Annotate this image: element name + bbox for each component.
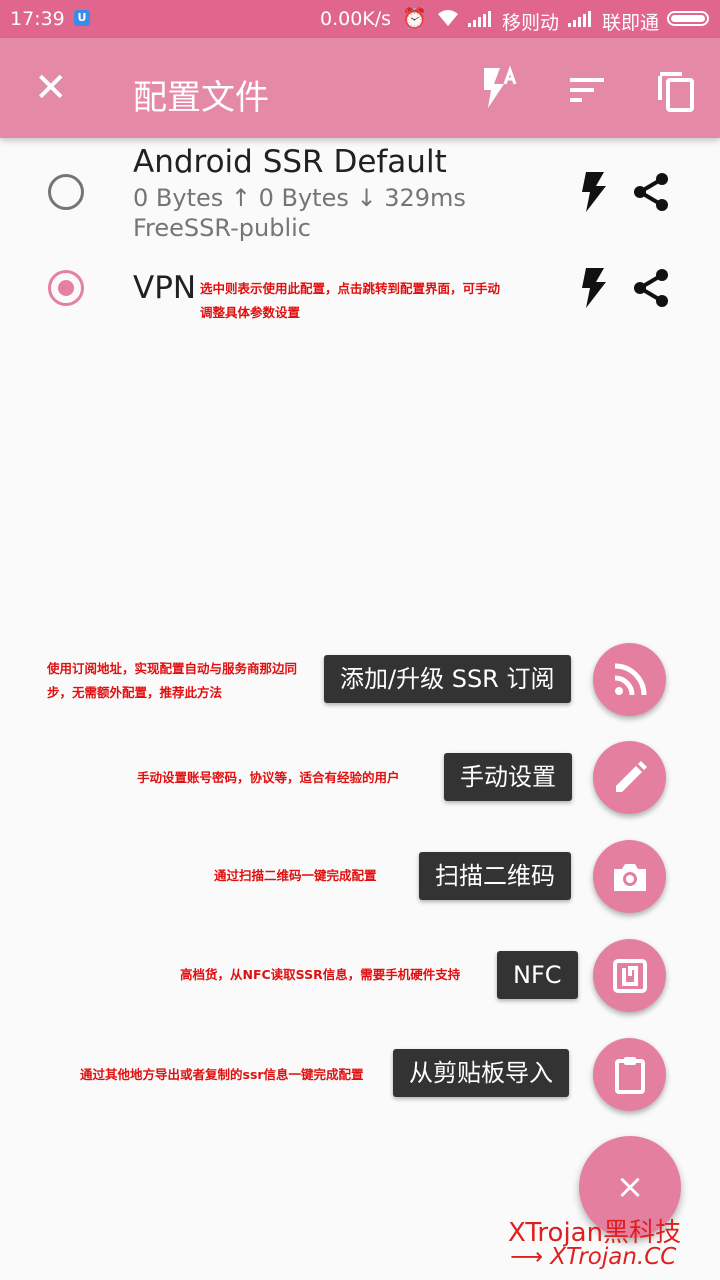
profile-radio[interactable] bbox=[48, 174, 84, 210]
camera-icon bbox=[613, 863, 646, 891]
annotation-line: 步，无需额外配置，推荐此方法 bbox=[47, 685, 223, 700]
arrow-icon: ⟶ bbox=[510, 1244, 551, 1270]
annotation-manual: 手动设置账号密码，协议等，适合有经验的用户 bbox=[137, 766, 400, 790]
pencil-icon bbox=[615, 760, 647, 792]
scan-qr-button[interactable] bbox=[593, 840, 666, 913]
close-icon: × bbox=[615, 1167, 645, 1207]
profile-name: Android SSR Default bbox=[133, 144, 447, 180]
profile-traffic-stats: 0 Bytes ↑ 0 Bytes ↓ 329ms bbox=[133, 184, 466, 212]
carrier-2: 联即通 bbox=[602, 12, 660, 34]
annotation-nfc: 高档货，从NFC读取SSR信息，需要手机硬件支持 bbox=[180, 963, 460, 987]
annotation-line: 高档货，从NFC读取SSR信息，需要手机硬件支持 bbox=[180, 967, 461, 982]
wifi-icon bbox=[436, 8, 460, 33]
profile-name: VPN bbox=[133, 270, 197, 306]
page-title: 配置文件 bbox=[133, 78, 269, 118]
annotation-subscription: 使用订阅地址，实现配置自动与服务商那边同 步，无需额外配置，推荐此方法 bbox=[47, 657, 297, 705]
sort-icon[interactable] bbox=[570, 78, 606, 106]
clipboard-icon bbox=[614, 1056, 645, 1094]
alarm-icon: ⏰ bbox=[402, 6, 427, 30]
signal-icon bbox=[468, 10, 491, 32]
copy-icon[interactable] bbox=[656, 70, 696, 116]
test-latency-icon[interactable] bbox=[580, 172, 606, 216]
annotation-qr: 通过扫描二维码一键完成配置 bbox=[214, 864, 377, 888]
nfc-icon bbox=[612, 958, 647, 993]
annotation-line: 调整具体参数设置 bbox=[200, 305, 301, 320]
notification-app-icon: U bbox=[74, 10, 90, 26]
annotation-vpn: 选中则表示使用此配置，点击跳转到配置界面，可手动 调整具体参数设置 bbox=[200, 277, 500, 325]
test-latency-icon[interactable] bbox=[580, 268, 606, 312]
signal-icon-2 bbox=[568, 10, 591, 32]
scan-qr-label[interactable]: 扫描二维码 bbox=[419, 852, 571, 900]
rss-icon bbox=[614, 663, 646, 695]
nfc-button[interactable] bbox=[593, 939, 666, 1012]
import-clipboard-label[interactable]: 从剪贴板导入 bbox=[393, 1049, 569, 1097]
annotation-line: 通过其他地方导出或者复制的ssr信息一键完成配置 bbox=[80, 1067, 364, 1082]
nfc-label[interactable]: NFC bbox=[497, 951, 578, 999]
manual-settings-label[interactable]: 手动设置 bbox=[444, 753, 572, 801]
toolbar: ✕ 配置文件 bbox=[0, 38, 720, 138]
status-time: 17:39 bbox=[10, 8, 65, 30]
flash-auto-icon[interactable] bbox=[478, 64, 522, 116]
add-subscription-button[interactable] bbox=[593, 643, 666, 716]
annotation-line: 手动设置账号密码，协议等，适合有经验的用户 bbox=[137, 770, 400, 785]
watermark-url: ⟶ XTrojan.CC bbox=[510, 1244, 676, 1270]
carrier-1: 移则动 bbox=[502, 12, 560, 34]
close-icon[interactable]: ✕ bbox=[34, 68, 68, 108]
add-subscription-label[interactable]: 添加/升级 SSR 订阅 bbox=[324, 655, 571, 703]
import-clipboard-button[interactable] bbox=[593, 1038, 666, 1111]
profile-group: FreeSSR-public bbox=[133, 214, 311, 242]
status-bar: 17:39 U 0.00K/s ⏰ 移则动 联即通 bbox=[0, 0, 720, 38]
watermark-url-text: XTrojan.CC bbox=[550, 1244, 677, 1270]
manual-settings-button[interactable] bbox=[593, 741, 666, 814]
profile-item[interactable]: Android SSR Default 0 Bytes ↑ 0 Bytes ↓ … bbox=[0, 138, 720, 248]
battery-icon bbox=[667, 11, 709, 26]
share-icon[interactable] bbox=[632, 172, 670, 216]
profile-radio[interactable] bbox=[48, 270, 84, 306]
share-icon[interactable] bbox=[632, 268, 670, 312]
annotation-line: 选中则表示使用此配置，点击跳转到配置界面，可手动 bbox=[200, 281, 501, 296]
network-speed: 0.00K/s bbox=[320, 8, 392, 30]
annotation-line: 使用订阅地址，实现配置自动与服务商那边同 bbox=[47, 661, 298, 676]
annotation-clipboard: 通过其他地方导出或者复制的ssr信息一键完成配置 bbox=[80, 1063, 364, 1087]
annotation-line: 通过扫描二维码一键完成配置 bbox=[214, 868, 377, 883]
